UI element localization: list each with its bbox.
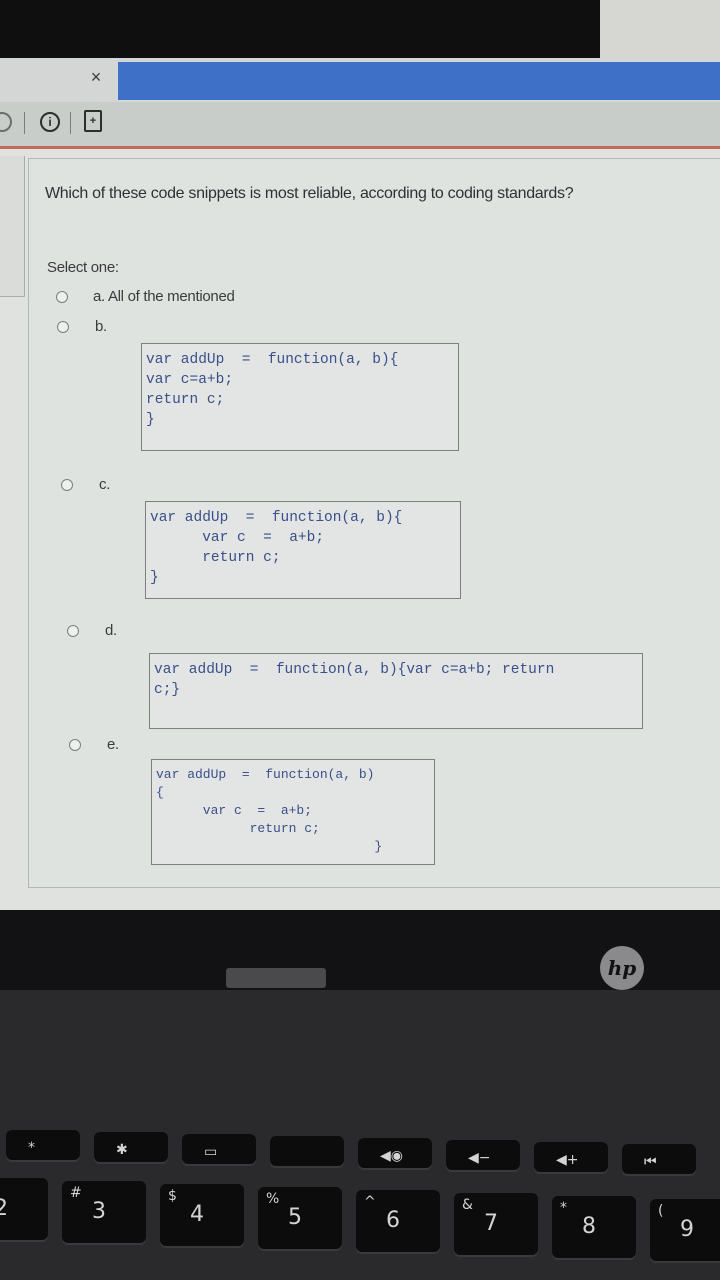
number-key-label: 9 [680, 1217, 694, 1242]
monitor-top-bezel [0, 0, 720, 62]
number-key-shift-label: * [560, 1200, 567, 1216]
hinge-indicator [226, 968, 326, 988]
option-a-radio[interactable] [56, 291, 68, 303]
function-key-glyph: ◀− [468, 1150, 491, 1166]
code-line: return c; [146, 392, 225, 408]
left-nav-panel [0, 156, 25, 297]
number-key[interactable]: @2 [0, 1178, 48, 1240]
code-line: } [156, 839, 383, 854]
number-key-label: 5 [288, 1205, 302, 1230]
code-line: return c; [150, 550, 281, 566]
option-b-label[interactable]: b. [95, 318, 107, 335]
number-key-label: 2 [0, 1196, 8, 1221]
number-key[interactable]: * 8 [552, 1196, 636, 1258]
hp-logo: hp [600, 946, 644, 990]
number-key[interactable]: (9 [650, 1199, 720, 1261]
keyboard-deck: *✱▭◀◉◀−◀+⏮@2#3$4%5^6&7*8(9 [0, 990, 720, 1280]
browser-toolbar: i + [0, 102, 720, 147]
code-line: var c=a+b; [146, 372, 234, 388]
function-key-glyph: ▭ [204, 1144, 218, 1160]
option-b-code: var addUp = function(a, b){ var c=a+b; r… [141, 343, 459, 451]
code-line: { [156, 785, 164, 800]
function-key[interactable]: ✱ [94, 1132, 168, 1162]
code-line: return c; [156, 821, 320, 836]
number-key-label: 6 [386, 1208, 400, 1233]
function-key[interactable]: ◀◉ [358, 1138, 432, 1168]
number-key-shift-label: $ [168, 1188, 177, 1204]
function-key-glyph: ✱ [116, 1142, 128, 1158]
question-text: Which of these code snippets is most rel… [45, 185, 574, 202]
code-line: var addUp = function(a, b){ [146, 352, 399, 368]
browser-screen: × i + Which of these code snippets is mo… [0, 58, 720, 910]
option-d-label[interactable]: d. [105, 622, 117, 639]
option-c-radio[interactable] [61, 479, 73, 491]
option-c-label[interactable]: c. [99, 476, 110, 493]
select-one-label: Select one: [47, 259, 119, 276]
document-icon[interactable]: + [84, 110, 102, 132]
code-line: var addUp = function(a, b){ [150, 510, 403, 526]
number-key-label: 7 [484, 1211, 498, 1236]
active-tab[interactable] [118, 62, 720, 100]
option-b-radio[interactable] [57, 321, 69, 333]
toolbar-divider [24, 112, 25, 134]
function-key[interactable]: ⏮ [622, 1144, 696, 1174]
code-line: } [146, 412, 155, 428]
code-line: var c = a+b; [156, 803, 313, 818]
reload-icon[interactable] [0, 112, 12, 132]
tab-close-icon[interactable]: × [86, 66, 106, 88]
option-d-code: var addUp = function(a, b){var c=a+b; re… [149, 653, 643, 729]
toolbar-divider [70, 112, 71, 134]
question-card: Which of these code snippets is most rel… [28, 158, 720, 888]
number-key[interactable]: #3 [62, 1181, 146, 1243]
number-key-shift-label: ( [658, 1203, 664, 1219]
function-key-glyph: ◀+ [556, 1152, 579, 1168]
option-c-code: var addUp = function(a, b){ var c = a+b;… [145, 501, 461, 599]
option-e-label[interactable]: e. [107, 736, 119, 753]
code-line: var c = a+b; [150, 530, 325, 546]
background-glare [600, 0, 720, 62]
laptop-hinge: hp [0, 910, 720, 990]
info-icon[interactable]: i [40, 112, 60, 132]
number-key-shift-label: % [266, 1191, 280, 1207]
number-key[interactable]: $4 [160, 1184, 244, 1246]
function-key[interactable]: ▭ [182, 1134, 256, 1164]
option-d-radio[interactable] [67, 625, 79, 637]
header-accent-rule [0, 146, 720, 149]
code-line: } [150, 570, 159, 586]
function-key[interactable]: ◀+ [534, 1142, 608, 1172]
option-e-radio[interactable] [69, 739, 81, 751]
function-key-glyph: * [28, 1140, 35, 1156]
number-key-shift-label: ^ [364, 1194, 376, 1210]
number-key[interactable]: ^ 6 [356, 1190, 440, 1252]
function-key[interactable] [270, 1136, 344, 1166]
function-key[interactable]: ◀− [446, 1140, 520, 1170]
tab-bar: × [0, 58, 720, 102]
function-key-glyph: ◀◉ [380, 1148, 403, 1164]
number-key-label: 8 [582, 1214, 596, 1239]
number-key-shift-label: # [70, 1185, 82, 1201]
code-line: var addUp = function(a, b){var c=a+b; re… [154, 662, 555, 678]
number-key[interactable]: % 5 [258, 1187, 342, 1249]
number-key-label: 4 [190, 1202, 204, 1227]
number-key[interactable]: & 7 [454, 1193, 538, 1255]
number-key-label: 3 [92, 1199, 106, 1224]
laptop-keyboard: hp *✱▭◀◉◀−◀+⏮@2#3$4%5^6&7*8(9 [0, 910, 720, 1280]
function-key-glyph: ⏮ [644, 1154, 657, 1170]
code-line: c;} [154, 682, 181, 698]
function-key[interactable]: * [6, 1130, 80, 1160]
code-line: var addUp = function(a, b) [156, 767, 375, 782]
option-e-code: var addUp = function(a, b) { var c = a+b… [151, 759, 435, 865]
number-key-shift-label: & [462, 1197, 473, 1213]
option-a-label[interactable]: a. All of the mentioned [93, 288, 235, 305]
